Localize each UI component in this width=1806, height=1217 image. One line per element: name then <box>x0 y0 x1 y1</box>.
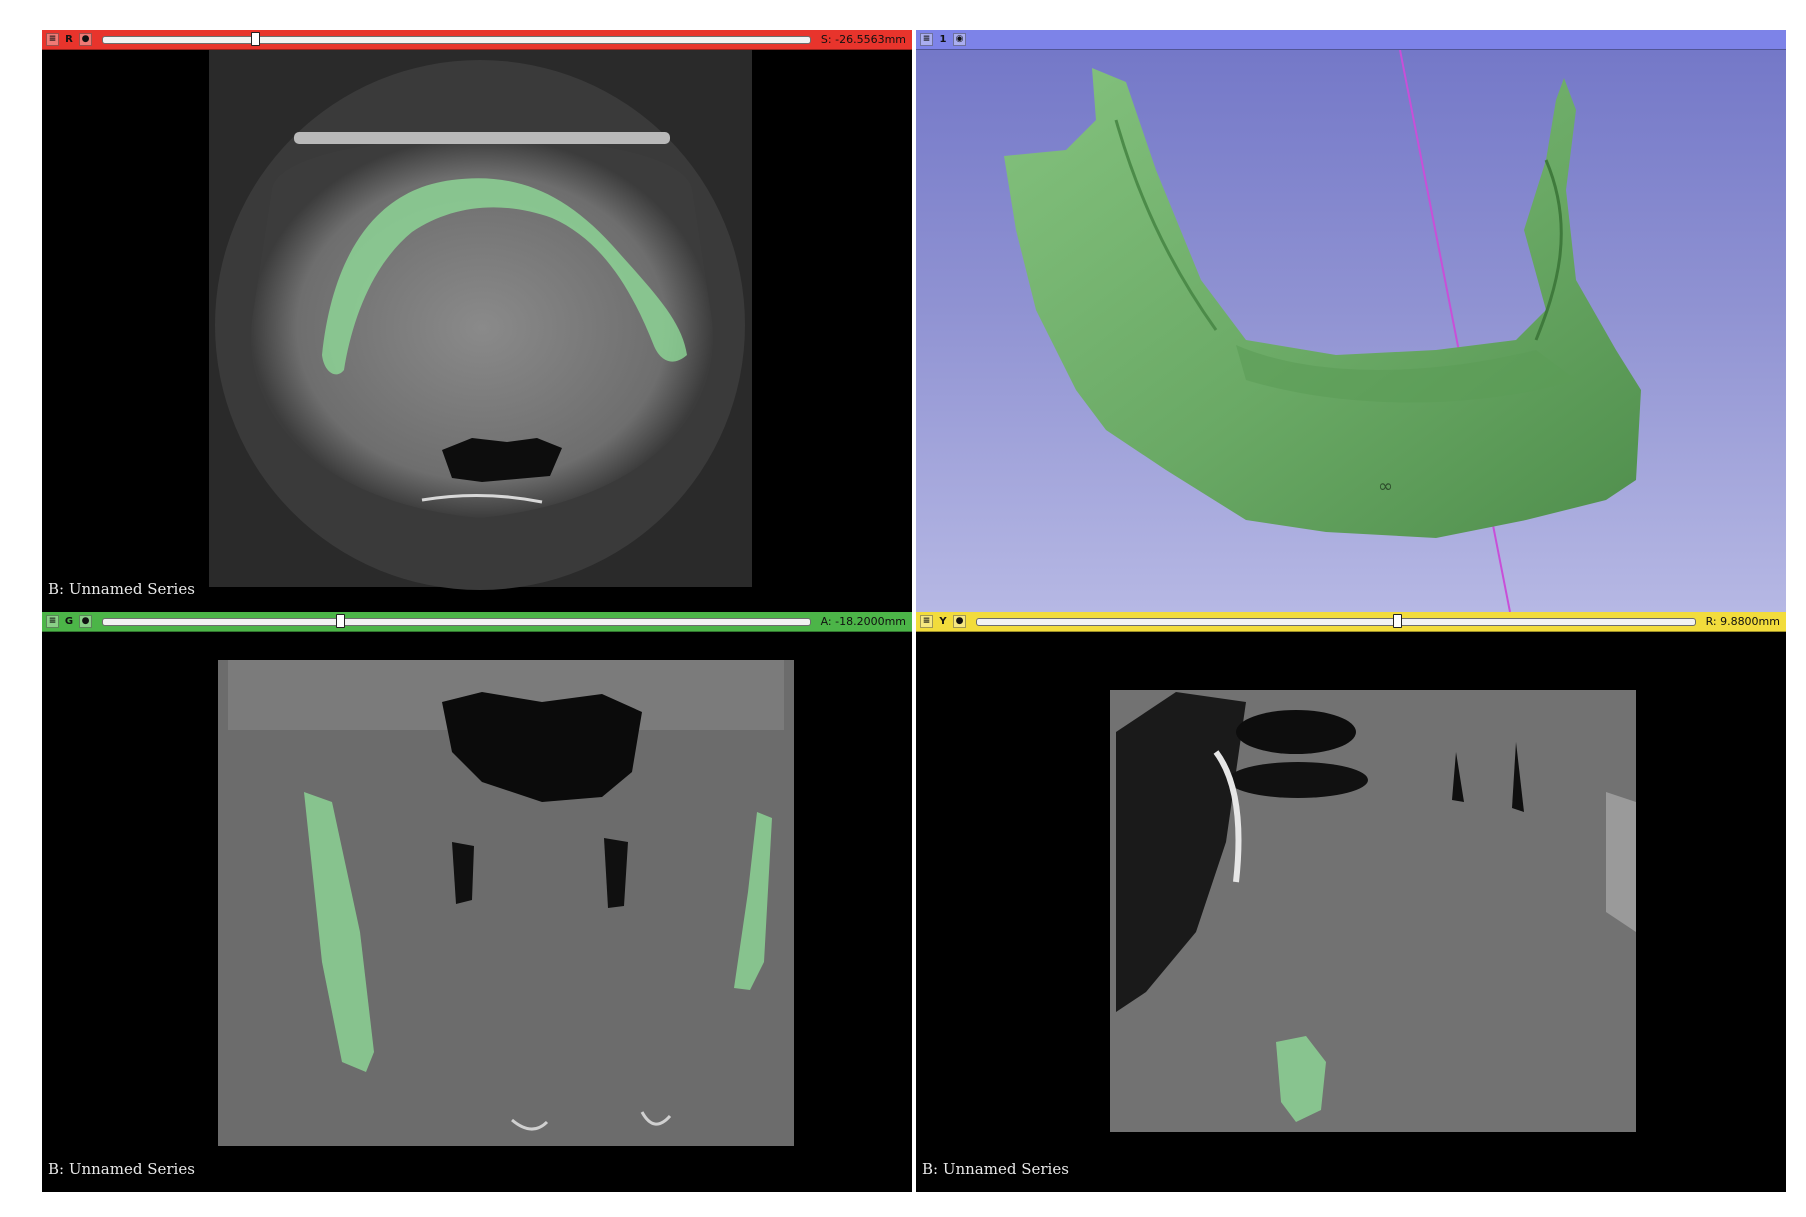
green-slice-view[interactable]: ≡ G ● A: -18.2000mm B: Unnamed Series <box>42 612 912 1192</box>
threed-view-canvas[interactable]: ∞ <box>916 50 1786 612</box>
link-icon[interactable]: ● <box>953 615 966 628</box>
axial-ct-image <box>209 50 752 590</box>
link-icon[interactable]: ● <box>79 33 92 46</box>
green-offset-readout: A: -18.2000mm <box>820 615 906 628</box>
red-view-letter: R <box>65 34 73 45</box>
threed-view[interactable]: ≡ 1 ◉ ∞ <box>916 30 1786 612</box>
red-slice-view[interactable]: ≡ R ● S: -26.5563mm B: Unnamed Series <box>42 30 912 612</box>
yellow-view-canvas[interactable]: B: Unnamed Series <box>916 632 1786 1192</box>
threed-view-controller-bar: ≡ 1 ◉ <box>916 30 1786 50</box>
yellow-slider-handle[interactable] <box>1393 613 1403 628</box>
yellow-view-letter: Y <box>939 616 947 627</box>
red-offset-readout: S: -26.5563mm <box>820 33 906 46</box>
red-view-controller-bar: ≡ R ● S: -26.5563mm <box>42 30 912 50</box>
red-slice-offset-slider[interactable] <box>102 31 811 46</box>
mandible-3d-model: ∞ <box>1004 50 1641 612</box>
green-view-controller-bar: ≡ G ● A: -18.2000mm <box>42 612 912 632</box>
red-slider-handle[interactable] <box>251 31 261 46</box>
green-view-canvas[interactable]: B: Unnamed Series <box>42 632 912 1192</box>
sagittal-ct-image <box>1110 690 1636 1132</box>
green-slider-handle[interactable] <box>336 613 346 628</box>
pin-icon[interactable]: ≡ <box>920 33 933 46</box>
link-icon[interactable]: ● <box>79 615 92 628</box>
yellow-offset-readout: R: 9.8800mm <box>1705 615 1780 628</box>
red-series-label: B: Unnamed Series <box>48 580 195 598</box>
threed-view-letter: 1 <box>939 34 947 45</box>
pin-icon[interactable]: ≡ <box>920 615 933 628</box>
green-series-label: B: Unnamed Series <box>48 1160 195 1178</box>
yellow-slice-view[interactable]: ≡ Y ● R: 9.8800mm B: Unnamed Series <box>916 612 1786 1192</box>
coronal-ct-image <box>218 660 794 1146</box>
green-slice-offset-slider[interactable] <box>102 613 811 628</box>
eye-icon[interactable]: ◉ <box>953 33 966 46</box>
svg-text:∞: ∞ <box>1378 476 1393 497</box>
yellow-series-label: B: Unnamed Series <box>922 1160 1069 1178</box>
pin-icon[interactable]: ≡ <box>46 615 59 628</box>
green-view-letter: G <box>64 616 74 627</box>
yellow-slice-offset-slider[interactable] <box>976 613 1696 628</box>
yellow-view-controller-bar: ≡ Y ● R: 9.8800mm <box>916 612 1786 632</box>
red-view-canvas[interactable]: B: Unnamed Series <box>42 50 912 612</box>
pin-icon[interactable]: ≡ <box>46 33 59 46</box>
